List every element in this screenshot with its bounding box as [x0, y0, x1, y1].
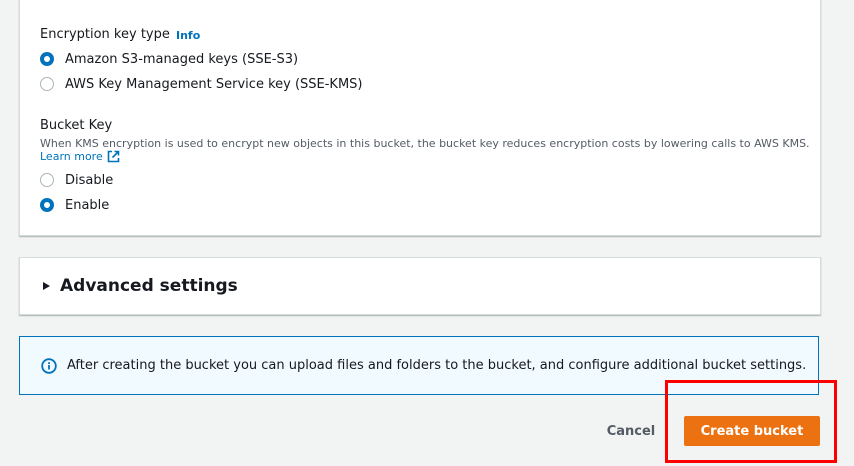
bucket-key-label: Bucket Key: [40, 118, 113, 133]
radio-sse-kms[interactable]: AWS Key Management Service key (SSE-KMS): [40, 75, 363, 93]
cancel-button[interactable]: Cancel: [596, 420, 666, 442]
alert-text: After creating the bucket you can upload…: [67, 358, 807, 373]
radio-label-disable: Disable: [65, 172, 114, 188]
learn-more-label: Learn more: [40, 150, 103, 163]
radio-label-sse-s3: Amazon S3-managed keys (SSE-S3): [65, 51, 299, 67]
external-link-icon: [107, 150, 120, 163]
bucket-key-description: When KMS encryption is used to encrypt n…: [40, 137, 810, 150]
radio-label-enable: Enable: [65, 197, 110, 213]
encryption-key-type-label: Encryption key type: [40, 27, 170, 42]
radio-button-unchecked[interactable]: [40, 77, 54, 91]
advanced-settings-title: Advanced settings: [60, 276, 238, 296]
create-bucket-button[interactable]: Create bucket: [684, 416, 820, 446]
advanced-settings-panel: Advanced settings: [19, 257, 821, 315]
radio-enable[interactable]: Enable: [40, 196, 109, 214]
radio-button-checked[interactable]: [40, 198, 54, 212]
advanced-settings-toggle[interactable]: Advanced settings: [43, 276, 238, 296]
radio-sse-s3[interactable]: Amazon S3-managed keys (SSE-S3): [40, 50, 298, 68]
info-alert: After creating the bucket you can upload…: [19, 336, 819, 395]
caret-right-icon: [43, 282, 50, 290]
radio-button-unchecked[interactable]: [40, 173, 54, 187]
info-circle-icon: [41, 357, 57, 374]
radio-label-sse-kms: AWS Key Management Service key (SSE-KMS): [65, 76, 363, 92]
learn-more-link[interactable]: Learn more: [40, 150, 120, 163]
encryption-panel: Encryption key type Info Amazon S3-manag…: [19, 0, 821, 236]
radio-disable[interactable]: Disable: [40, 171, 113, 189]
info-link[interactable]: Info: [176, 29, 200, 42]
radio-button-checked[interactable]: [40, 52, 54, 66]
